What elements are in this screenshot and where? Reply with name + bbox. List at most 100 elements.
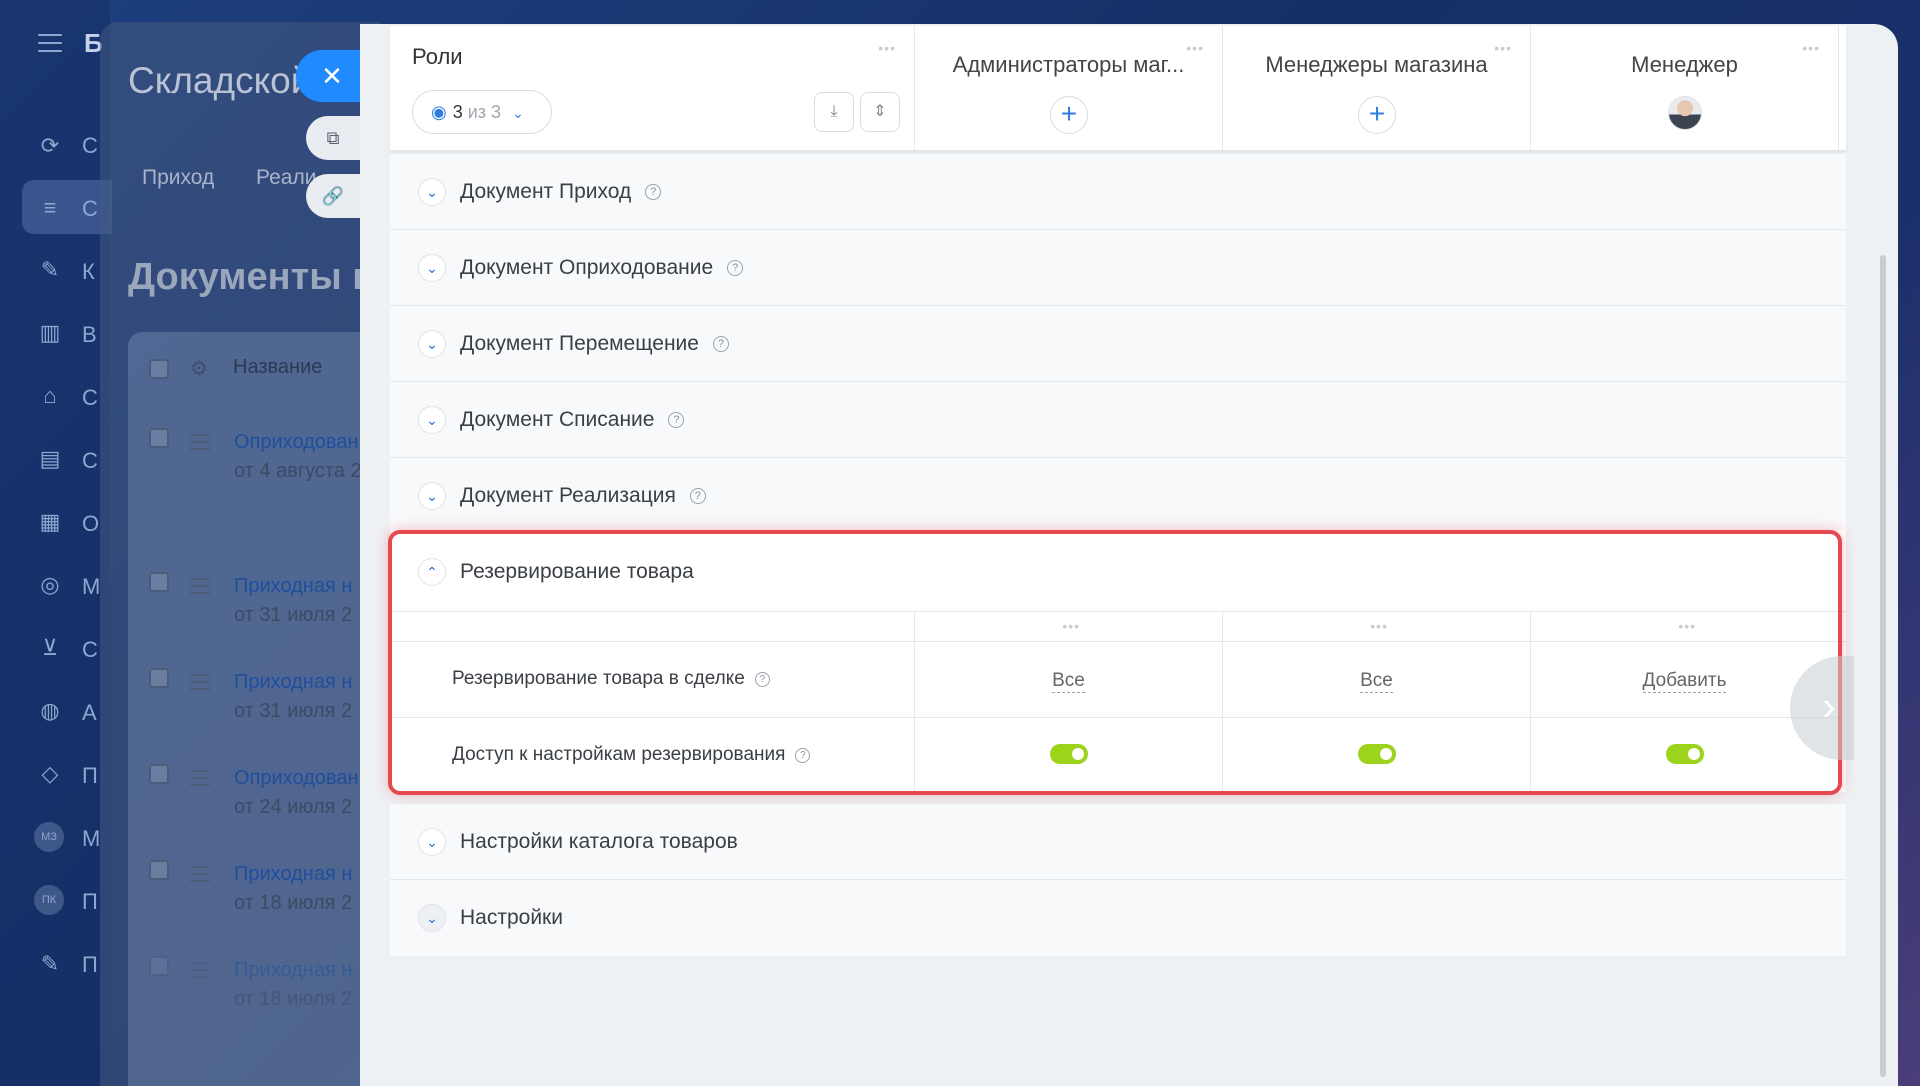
section-row[interactable]: ⌄ Документ Оприходование?	[390, 230, 1846, 306]
permission-value-link[interactable]: Все	[1360, 670, 1393, 693]
help-icon[interactable]: ?	[689, 488, 706, 504]
chevron-up-icon[interactable]: ⌃	[418, 558, 446, 586]
select-all-checkbox[interactable]	[149, 359, 169, 379]
drag-handle-icon[interactable]	[190, 962, 210, 983]
app-badge[interactable]: ПК	[34, 885, 64, 915]
row-checkbox[interactable]	[149, 572, 169, 592]
permission-toggle[interactable]	[1050, 744, 1088, 764]
more-icon[interactable]: •••	[1062, 618, 1080, 634]
row-checkbox[interactable]	[149, 668, 169, 688]
more-icon[interactable]: •••	[878, 40, 896, 56]
permission-label: Резервирование товара в сделке	[452, 668, 745, 689]
open-in-new-window-button[interactable]: ⧉	[306, 116, 360, 160]
nav-letter: П	[82, 889, 98, 914]
help-icon[interactable]: ?	[712, 336, 729, 352]
menu-icon[interactable]	[38, 34, 62, 52]
row-title[interactable]: Приходная н	[234, 863, 352, 886]
gear-icon[interactable]: ⚙	[190, 356, 208, 381]
add-member-button[interactable]: +	[1050, 96, 1088, 134]
section-header-row[interactable]: ⌃ Резервирование товара	[390, 530, 1846, 612]
pen-icon[interactable]: ✎	[36, 950, 64, 978]
sub-header-row: ••• ••• •••	[390, 612, 1846, 642]
roles-visibility-selector[interactable]: ◉ 3 из 3 ⌄	[412, 90, 552, 134]
help-icon[interactable]: ?	[668, 412, 685, 428]
avatar[interactable]	[1668, 96, 1702, 130]
row-checkbox[interactable]	[149, 956, 169, 976]
row-title[interactable]: Оприходован	[234, 767, 359, 790]
chevron-down-icon[interactable]: ⌄	[418, 406, 446, 434]
app-badge[interactable]: МЗ	[34, 822, 64, 852]
chevron-down-icon[interactable]: ⌄	[418, 828, 446, 856]
box-icon[interactable]: ◇	[36, 760, 64, 788]
row-checkbox[interactable]	[149, 428, 169, 448]
section-row[interactable]: ⌄ Настройки каталога товаров	[390, 804, 1846, 880]
row-title[interactable]: Приходная н	[234, 959, 352, 982]
sub-header-cell: •••	[915, 612, 1223, 641]
permission-cell	[1223, 718, 1531, 792]
section-row[interactable]: ⌄ Документ Приход?	[390, 154, 1846, 230]
nav-letter: С	[82, 448, 98, 473]
role-name: Менеджеры магазина	[1265, 52, 1488, 77]
cart-icon[interactable]: ⊻	[36, 634, 64, 662]
section-label: Документ Приход?	[460, 180, 662, 204]
role-name: Администраторы маг...	[952, 52, 1185, 77]
add-member-button[interactable]: +	[1358, 96, 1396, 134]
chevron-down-icon[interactable]: ⌄	[418, 904, 446, 932]
tab-prihod[interactable]: Приход	[142, 166, 214, 190]
chevron-down-icon[interactable]: ⌄	[418, 178, 446, 206]
permission-toggle[interactable]	[1358, 744, 1396, 764]
row-title[interactable]: Приходная н	[234, 671, 352, 694]
chevron-down-icon[interactable]: ⌄	[418, 330, 446, 358]
expand-all-button[interactable]: ⇕	[860, 92, 900, 132]
row-title[interactable]: Приходная н	[234, 575, 352, 598]
section-row[interactable]: ⌄ Документ Перемещение?	[390, 306, 1846, 382]
row-checkbox[interactable]	[149, 860, 169, 880]
roles-title: Роли	[412, 44, 463, 69]
copy-link-button[interactable]: 🔗	[306, 174, 360, 218]
filter-icon[interactable]: ≡	[36, 194, 64, 222]
collapse-all-button[interactable]: ⤓	[814, 92, 854, 132]
permission-cell: Все	[915, 642, 1223, 717]
chevron-down-icon[interactable]: ⌄	[418, 254, 446, 282]
row-date: от 4 августа 2	[234, 460, 362, 482]
row-title[interactable]: Оприходован	[234, 431, 359, 454]
warehouse-icon[interactable]: ⌂	[36, 382, 64, 410]
nav-letter: К	[82, 259, 95, 284]
help-icon[interactable]: ?	[727, 260, 744, 276]
chart-icon[interactable]: ▥	[36, 319, 64, 347]
nav-letter: М	[82, 826, 101, 851]
section-label: Настройки каталога товаров	[460, 830, 738, 853]
chevron-down-icon[interactable]: ⌄	[418, 482, 446, 510]
roles-total: из 3	[467, 102, 502, 122]
drag-handle-icon[interactable]	[190, 434, 210, 455]
section-row[interactable]: ⌄ Документ Списание?	[390, 382, 1846, 458]
vertical-scrollbar[interactable]	[1880, 255, 1886, 1077]
section-row[interactable]: ⌄ Документ Реализация?	[390, 458, 1846, 534]
drag-handle-icon[interactable]	[190, 770, 210, 791]
permission-value-link[interactable]: Все	[1052, 670, 1085, 693]
document-icon[interactable]: ✎	[36, 256, 64, 284]
help-icon[interactable]: ?	[795, 748, 811, 763]
card-icon[interactable]: ▤	[36, 445, 64, 473]
drag-handle-icon[interactable]	[190, 578, 210, 599]
permission-label-cell: Доступ к настройкам резервирования?	[390, 718, 915, 792]
permission-value-link[interactable]: Добавить	[1642, 670, 1727, 693]
crm-icon[interactable]: ⟳	[36, 132, 64, 160]
more-icon[interactable]: •••	[1370, 618, 1388, 634]
row-date: от 31 июля 2	[234, 700, 353, 722]
permission-toggle[interactable]	[1666, 744, 1704, 764]
target-icon[interactable]: ◎	[36, 571, 64, 599]
role-column: ••• Менеджер	[1531, 26, 1839, 150]
help-icon[interactable]: ?	[754, 672, 770, 687]
robot-icon[interactable]: ◍	[36, 697, 64, 725]
row-date: от 31 июля 2	[234, 604, 353, 626]
drag-handle-icon[interactable]	[190, 866, 210, 887]
more-icon[interactable]: •••	[1678, 618, 1696, 634]
drag-handle-icon[interactable]	[190, 674, 210, 695]
row-checkbox[interactable]	[149, 764, 169, 784]
help-icon[interactable]: ?	[645, 184, 662, 200]
nav-letter: А	[82, 700, 97, 725]
section-row[interactable]: ⌄ Настройки	[390, 880, 1846, 956]
close-slider-button[interactable]: ✕	[296, 50, 368, 102]
calendar-icon[interactable]: ▦	[36, 508, 64, 536]
